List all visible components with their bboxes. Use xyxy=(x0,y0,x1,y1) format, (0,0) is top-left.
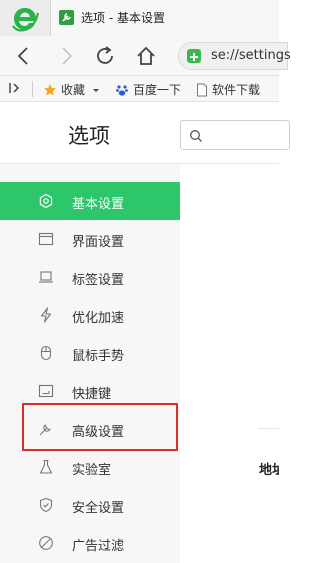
sidebar-item-label: 标签设置 xyxy=(72,273,125,288)
sidebar-item-label: 基本设置 xyxy=(72,197,125,212)
secure-page-icon xyxy=(187,49,201,63)
sidebar-item-label: 实验室 xyxy=(72,463,112,478)
laptop-icon xyxy=(39,271,53,283)
content-divider xyxy=(258,428,279,429)
sidebar-item-label: 鼠标手势 xyxy=(72,349,125,364)
reload-icon[interactable] xyxy=(93,44,117,68)
mouse-icon xyxy=(40,345,52,361)
caret-down-icon xyxy=(93,88,100,92)
address-text: se://settings xyxy=(211,48,291,63)
bookmark-label: 软件下载 xyxy=(212,83,261,97)
sidebar-item-label: 高级设置 xyxy=(72,425,125,440)
tab-title: 选项 - 基本设置 xyxy=(81,11,165,25)
sidebar-item-tab-settings[interactable]: 标签设置 xyxy=(0,258,180,296)
sidebar-item-label: 安全设置 xyxy=(72,501,125,516)
sidebar-item-label: 优化加速 xyxy=(72,311,125,326)
bookmark-software[interactable]: 软件下载 xyxy=(196,81,260,98)
sidebar-item-label: 广告过滤 xyxy=(72,539,125,554)
keyboard-icon xyxy=(38,384,54,398)
bookmark-label: 收藏 xyxy=(61,83,86,97)
navigation-bar: se://settings xyxy=(0,36,291,76)
search-input[interactable] xyxy=(180,120,290,150)
sidebar-item-advanced-settings[interactable]: 高级设置 xyxy=(0,410,180,448)
address-bar[interactable]: se://settings xyxy=(178,42,291,70)
bookmark-label: 百度一下 xyxy=(133,83,182,97)
wrench-favicon-icon xyxy=(59,10,74,25)
sidebar-toggle[interactable] xyxy=(8,81,26,95)
bookmark-baidu[interactable]: 百度一下 xyxy=(115,81,181,98)
content-section-label: 地址 xyxy=(259,463,279,478)
settings-sidebar: 基本设置 界面设置 标签设置 优化加速 鼠标手势 快捷键 高级设置 实验室 安全… xyxy=(0,164,180,563)
gear-icon xyxy=(39,193,53,209)
sidebar-item-lab[interactable]: 实验室 xyxy=(0,448,180,486)
shield-icon xyxy=(39,497,53,513)
lightning-icon xyxy=(40,307,52,323)
sidebar-item-interface-settings[interactable]: 界面设置 xyxy=(0,220,180,258)
flask-icon xyxy=(39,459,53,474)
back-icon[interactable] xyxy=(12,44,36,68)
sidebar-item-label: 界面设置 xyxy=(72,235,125,250)
document-icon xyxy=(197,83,207,96)
star-icon xyxy=(44,83,56,95)
sidebar-item-ad-filter[interactable]: 广告过滤 xyxy=(0,524,180,562)
sidebar-item-security-settings[interactable]: 安全设置 xyxy=(0,486,180,524)
bookmarks-bar: 收藏 百度一下 软件下载 xyxy=(0,76,279,102)
sidebar-item-shortcuts[interactable]: 快捷键 xyxy=(0,372,180,410)
sidebar-toggle-icon xyxy=(9,83,20,93)
bookmark-favorites[interactable]: 收藏 xyxy=(43,81,105,98)
block-icon xyxy=(39,536,53,550)
sidebar-item-optimize[interactable]: 优化加速 xyxy=(0,296,180,334)
sidebar-item-mouse-gestures[interactable]: 鼠标手势 xyxy=(0,334,180,372)
sidebar-item-label: 快捷键 xyxy=(72,387,112,402)
forward-icon[interactable] xyxy=(54,44,78,68)
tab-strip: 选项 - 基本设置 xyxy=(0,0,279,36)
browser-logo-icon[interactable] xyxy=(10,4,40,34)
page-title: 选项 xyxy=(68,124,110,148)
window-icon xyxy=(38,232,54,246)
baidu-paw-icon xyxy=(116,84,128,96)
home-icon[interactable] xyxy=(134,44,158,68)
search-icon xyxy=(190,130,202,142)
settings-header: 选项 xyxy=(0,102,290,164)
tab-settings[interactable]: 选项 - 基本设置 xyxy=(50,0,279,36)
sidebar-item-basic-settings[interactable]: 基本设置 xyxy=(0,182,180,220)
wrench-icon xyxy=(39,424,51,436)
divider xyxy=(32,81,33,97)
